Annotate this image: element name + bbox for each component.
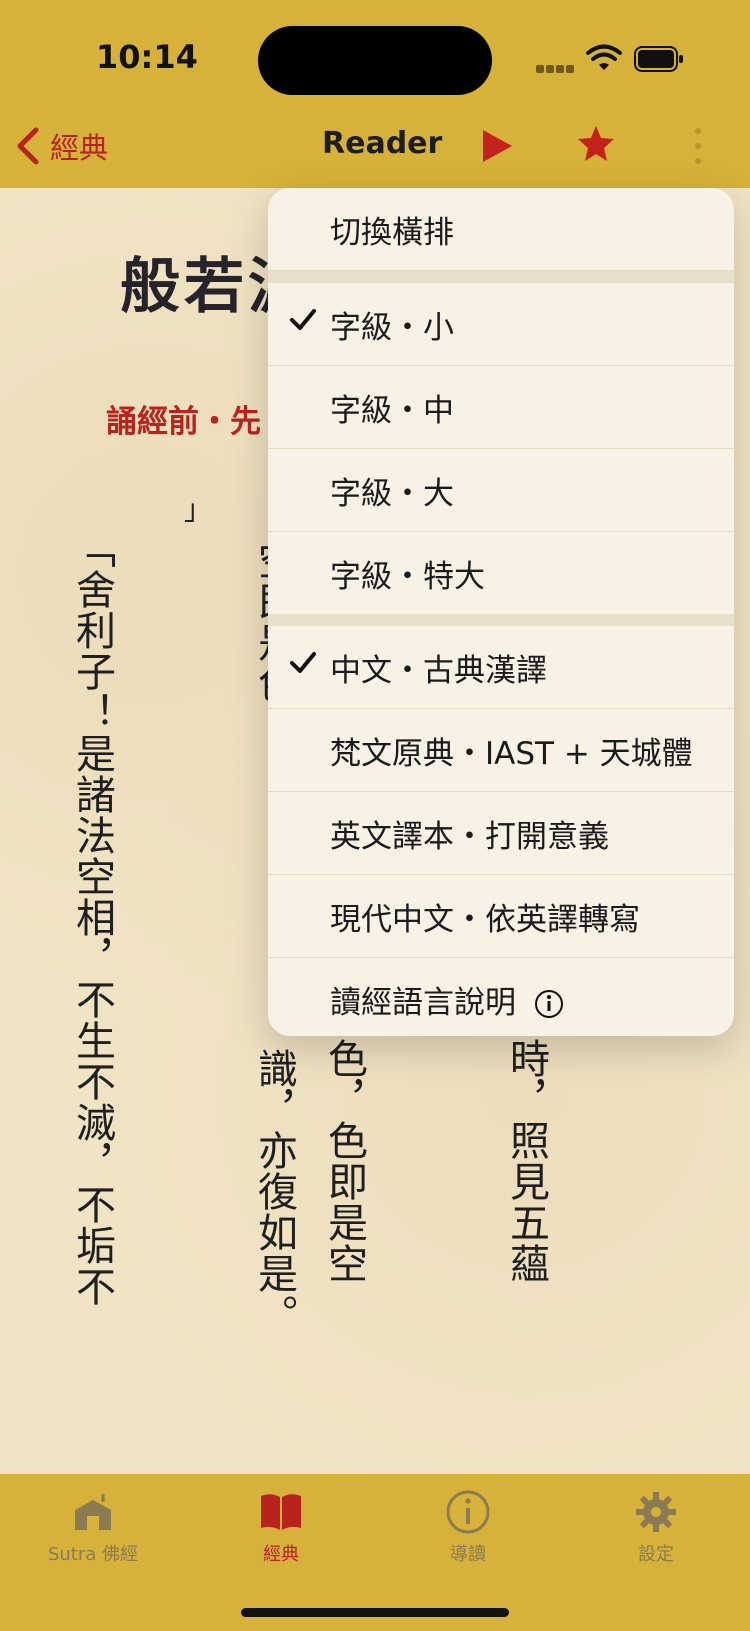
menu-item-toggle-horizontal[interactable]: 切換橫排: [268, 188, 734, 271]
tab-label: 設定: [638, 1544, 674, 1565]
options-menu: 切換橫排 字級・小 字級・中 字級・大 字級・特大 中文・古典漢譯 梵文原典・I…: [268, 188, 734, 1036]
menu-item-font-medium[interactable]: 字級・中: [268, 366, 734, 449]
menu-item-label: 字級・大: [330, 475, 454, 512]
signal-icon: [536, 58, 576, 73]
dynamic-island: [258, 26, 492, 95]
info-icon: [534, 990, 563, 1018]
menu-item-label: 字級・中: [330, 392, 454, 429]
menu-item-label: 字級・小: [330, 309, 454, 346]
sutra-column: 「舍利子！是諸法空相，不生不滅，不垢不: [69, 528, 115, 1307]
more-icon[interactable]: [694, 128, 702, 164]
before-reading-link[interactable]: 誦經前・先: [106, 396, 261, 441]
tab-label: 經典: [263, 1544, 299, 1565]
menu-item-font-large[interactable]: 字級・大: [268, 449, 734, 532]
tab-guide[interactable]: 導讀: [378, 1488, 558, 1578]
status-time: 10:14: [96, 38, 198, 76]
menu-item-lang-chinese[interactable]: 中文・古典漢譯: [268, 626, 734, 709]
book-icon: [261, 1494, 301, 1530]
menu-item-label: 中文・古典漢譯: [330, 652, 547, 689]
menu-item-font-small[interactable]: 字級・小: [268, 283, 734, 366]
tab-label: 導讀: [450, 1544, 486, 1565]
star-icon[interactable]: [576, 124, 616, 164]
checkmark-icon: [290, 309, 316, 330]
quote-bracket: 」: [184, 493, 213, 526]
menu-item-lang-modern[interactable]: 現代中文・依英譯轉寫: [268, 875, 734, 958]
tab-bar: Sutra 佛經 經典 導讀 設定: [0, 1474, 750, 1631]
temple-icon: [75, 1494, 111, 1530]
menu-item-label: 讀經語言說明: [330, 984, 516, 1021]
tab-label: Sutra 佛經: [47, 1544, 139, 1565]
sutra-column: 時，照見五蘊: [503, 1038, 549, 1284]
tab-classics[interactable]: 經典: [191, 1488, 371, 1578]
menu-separator: [268, 271, 734, 283]
wifi-icon: [586, 44, 622, 70]
back-button[interactable]: 經典: [14, 126, 108, 166]
battery-icon: [634, 46, 683, 72]
top-header: 10:14 經典 Reader: [0, 0, 750, 188]
menu-item-label: 現代中文・依英譯轉寫: [330, 901, 640, 938]
menu-item-help: 讀經語言說明: [330, 977, 564, 1022]
sutra-column: 色，色即是空: [321, 1038, 367, 1284]
tab-settings[interactable]: 設定: [566, 1488, 746, 1578]
menu-item-lang-sanskrit[interactable]: 梵文原典・IAST + 天城體: [268, 709, 734, 792]
sutra-column: 識，亦復如是。: [251, 1048, 297, 1335]
menu-item-font-xlarge[interactable]: 字級・特大: [268, 532, 734, 614]
checkmark-icon: [290, 652, 316, 673]
menu-separator: [268, 614, 734, 626]
menu-item-lang-english[interactable]: 英文譯本・打開意義: [268, 792, 734, 875]
info-icon: [446, 1490, 490, 1534]
menu-item-label: 切換橫排: [330, 214, 454, 251]
chevron-left-icon: [17, 127, 39, 165]
back-label: 經典: [50, 131, 109, 165]
tab-sutra[interactable]: Sutra 佛經: [3, 1488, 183, 1578]
menu-item-label: 梵文原典・IAST + 天城體: [330, 735, 693, 772]
nav-title: Reader: [322, 126, 443, 161]
home-indicator: [241, 1608, 509, 1617]
menu-item-label: 英文譯本・打開意義: [330, 818, 609, 855]
play-icon[interactable]: [480, 128, 514, 164]
menu-item-label: 字級・特大: [330, 558, 485, 595]
menu-item-lang-help[interactable]: 讀經語言說明: [268, 958, 734, 1036]
gear-icon: [636, 1492, 676, 1532]
